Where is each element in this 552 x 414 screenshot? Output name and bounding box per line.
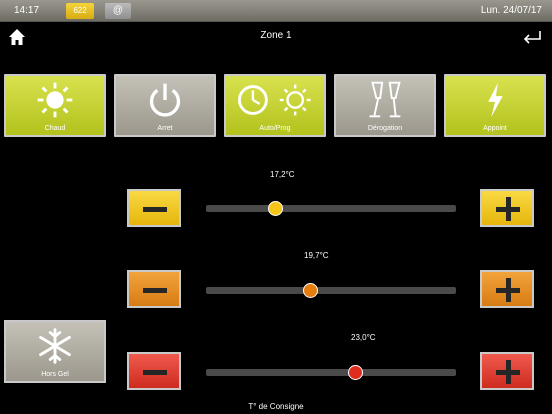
setpoint-1-knob[interactable] (268, 201, 283, 216)
status-bar: 14:17 622 @ Lun. 24/07/17 (0, 0, 552, 22)
setpoint-2-knob[interactable] (303, 283, 318, 298)
setpoint-3-plus-button[interactable] (480, 352, 534, 390)
status-date: Lun. 24/07/17 (480, 5, 542, 16)
sun-icon (37, 82, 73, 118)
minus-icon (143, 370, 167, 375)
mode-appoint-button[interactable]: Appoint (444, 74, 546, 137)
glasses-icon (369, 81, 401, 118)
setpoint-1-minus-button[interactable] (127, 189, 181, 227)
page-title: Zone 1 (260, 30, 292, 41)
mode-auto-prog-button[interactable]: Auto/Prog (224, 74, 326, 137)
minus-icon (143, 288, 167, 293)
mode-arret-button[interactable]: Arret (114, 74, 216, 137)
setpoint-2-slider[interactable] (206, 283, 456, 298)
mode-label: Appoint (483, 125, 507, 132)
clock-sun-icon (238, 84, 311, 116)
mode-derogation-button[interactable]: Dérogation (334, 74, 436, 137)
setpoint-value-2: 19,7°C (304, 251, 329, 260)
hors-gel-label: Hors Gel (41, 371, 69, 378)
mode-chaud-button[interactable]: Chaud (4, 74, 106, 137)
setpoint-1-slider[interactable] (206, 201, 456, 216)
lightning-icon (488, 82, 503, 118)
minus-icon (143, 207, 167, 212)
setpoint-3-knob[interactable] (348, 365, 363, 380)
setpoint-1-plus-button[interactable] (480, 189, 534, 227)
power-icon (149, 83, 181, 117)
snowflake-icon (39, 328, 71, 364)
footer-label: T° de Consigne (248, 402, 304, 411)
mode-label: Arret (157, 125, 173, 132)
setpoint-value-1: 17,2°C (270, 170, 295, 179)
mode-label: Dérogation (367, 125, 403, 132)
setpoint-value-3: 23,0°C (351, 333, 376, 342)
mode-label: Auto/Prog (259, 125, 291, 132)
setpoint-2-plus-button[interactable] (480, 270, 534, 308)
mode-label: Chaud (44, 125, 66, 132)
status-time: 14:17 (14, 5, 40, 16)
return-arrow-icon[interactable] (522, 30, 542, 44)
status-badge[interactable]: 622 (66, 3, 94, 19)
setpoint-3-minus-button[interactable] (127, 352, 181, 390)
setpoint-3-slider[interactable] (206, 365, 456, 380)
email-button[interactable]: @ (105, 3, 131, 19)
setpoint-2-minus-button[interactable] (127, 270, 181, 308)
hors-gel-button[interactable]: Hors Gel (4, 320, 106, 383)
